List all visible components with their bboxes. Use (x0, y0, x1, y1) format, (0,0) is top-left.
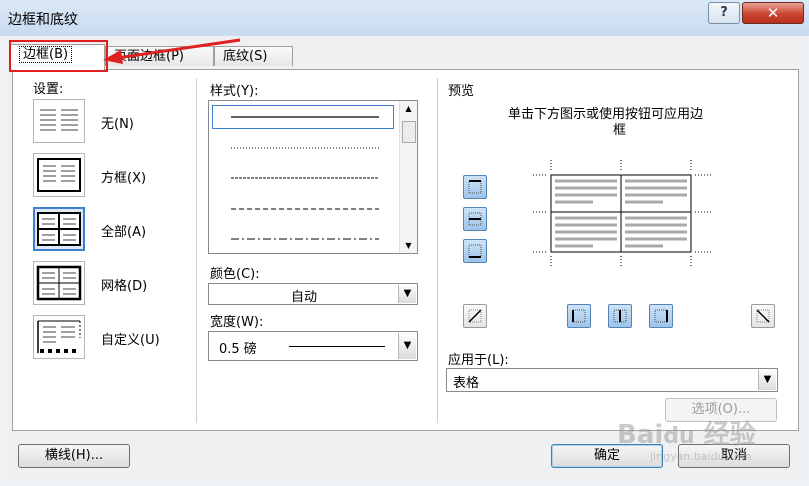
inside-vertical-border-button[interactable] (608, 304, 632, 328)
width-line-sample (289, 346, 385, 347)
width-label: 宽度(W): (210, 315, 264, 330)
horizontal-line-button[interactable]: 横线(H)... (18, 444, 130, 468)
scroll-thumb[interactable] (402, 121, 416, 143)
settings-header: 设置: (33, 82, 64, 97)
color-dropdown[interactable]: 自动 ▼ (208, 283, 418, 305)
close-icon: ✕ (766, 4, 780, 22)
setting-all-button[interactable] (33, 207, 85, 251)
title-bar: 边框和底纹 ? ✕ (0, 0, 809, 36)
help-icon: ? (720, 5, 728, 20)
top-border-button[interactable] (463, 175, 487, 199)
apply-to-label: 应用于(L): (448, 353, 509, 368)
window-title: 边框和底纹 (8, 12, 78, 28)
border-box-icon (37, 158, 81, 192)
scroll-down-icon[interactable]: ▼ (400, 241, 417, 250)
watermark-logo: Baidu 经验 (617, 420, 756, 450)
setting-none-button[interactable] (33, 99, 85, 143)
border-diagonal-up-icon (468, 309, 482, 323)
apply-to-dropdown[interactable]: 表格 ▼ (446, 368, 778, 392)
style-scrollbar[interactable]: ▲ ▼ (399, 101, 417, 253)
border-diagonal-down-icon (756, 309, 770, 323)
style-listbox[interactable]: ▲ ▼ (208, 100, 418, 254)
border-top-icon (468, 180, 482, 194)
border-inside-vertical-icon (613, 309, 627, 323)
diagonal-up-border-button[interactable] (751, 304, 775, 328)
preview-instruction: 单击下方图示或使用按钮可应用边 (508, 107, 704, 122)
width-value: 0.5 磅 (219, 342, 257, 357)
column-divider (437, 78, 438, 423)
chevron-down-icon[interactable]: ▼ (398, 333, 416, 359)
setting-custom-button[interactable] (33, 315, 85, 359)
right-border-button[interactable] (649, 304, 673, 328)
color-value: 自动 (290, 290, 317, 305)
setting-box-button[interactable] (33, 153, 85, 197)
scroll-up-icon[interactable]: ▲ (400, 104, 417, 113)
close-button[interactable]: ✕ (742, 2, 804, 24)
watermark-url: jingyan.baidu.com (650, 450, 752, 463)
left-border-button[interactable] (567, 304, 591, 328)
border-custom-icon (37, 320, 81, 353)
annotation-highlight-box (9, 40, 108, 72)
border-right-icon (654, 309, 668, 323)
dialog-content: 边框(B) 页面边框(P) 底纹(S) 设置: 无(N) 方框(X) 全部(A)… (5, 36, 804, 481)
chevron-down-icon[interactable]: ▼ (398, 285, 416, 303)
style-header: 样式(Y): (210, 84, 259, 99)
chevron-down-icon[interactable]: ▼ (758, 370, 776, 390)
color-label: 颜色(C): (210, 267, 260, 282)
borders-panel: 设置: 无(N) 方框(X) 全部(A) 网格(D) 自定义(U) 样式(Y):… (12, 69, 799, 431)
border-grid-icon (36, 265, 82, 301)
line-style-samples (231, 116, 379, 240)
preview-instruction-continued: 框 (613, 123, 627, 138)
setting-custom-label[interactable]: 自定义(U) (101, 329, 160, 348)
setting-grid-label[interactable]: 网格(D) (101, 275, 147, 294)
inside-horizontal-border-button[interactable] (463, 207, 487, 231)
help-button[interactable]: ? (708, 2, 740, 24)
annotation-arrow-icon (103, 38, 241, 64)
border-bottom-icon (468, 244, 482, 258)
setting-all-label[interactable]: 全部(A) (101, 221, 146, 240)
bottom-border-button[interactable] (463, 239, 487, 263)
border-left-icon (572, 309, 586, 323)
preview-diagram[interactable] (533, 160, 713, 270)
apply-to-value: 表格 (453, 376, 480, 391)
width-dropdown[interactable]: 0.5 磅 ▼ (208, 331, 418, 361)
preview-header: 预览 (448, 84, 475, 99)
column-divider (196, 78, 197, 423)
setting-grid-button[interactable] (33, 261, 85, 305)
border-all-icon (37, 212, 81, 246)
setting-box-label[interactable]: 方框(X) (101, 167, 146, 186)
border-none-icon (40, 109, 78, 131)
setting-none-label[interactable]: 无(N) (101, 113, 134, 132)
border-inside-horizontal-icon (468, 212, 482, 226)
diagonal-down-border-button[interactable] (463, 304, 487, 328)
